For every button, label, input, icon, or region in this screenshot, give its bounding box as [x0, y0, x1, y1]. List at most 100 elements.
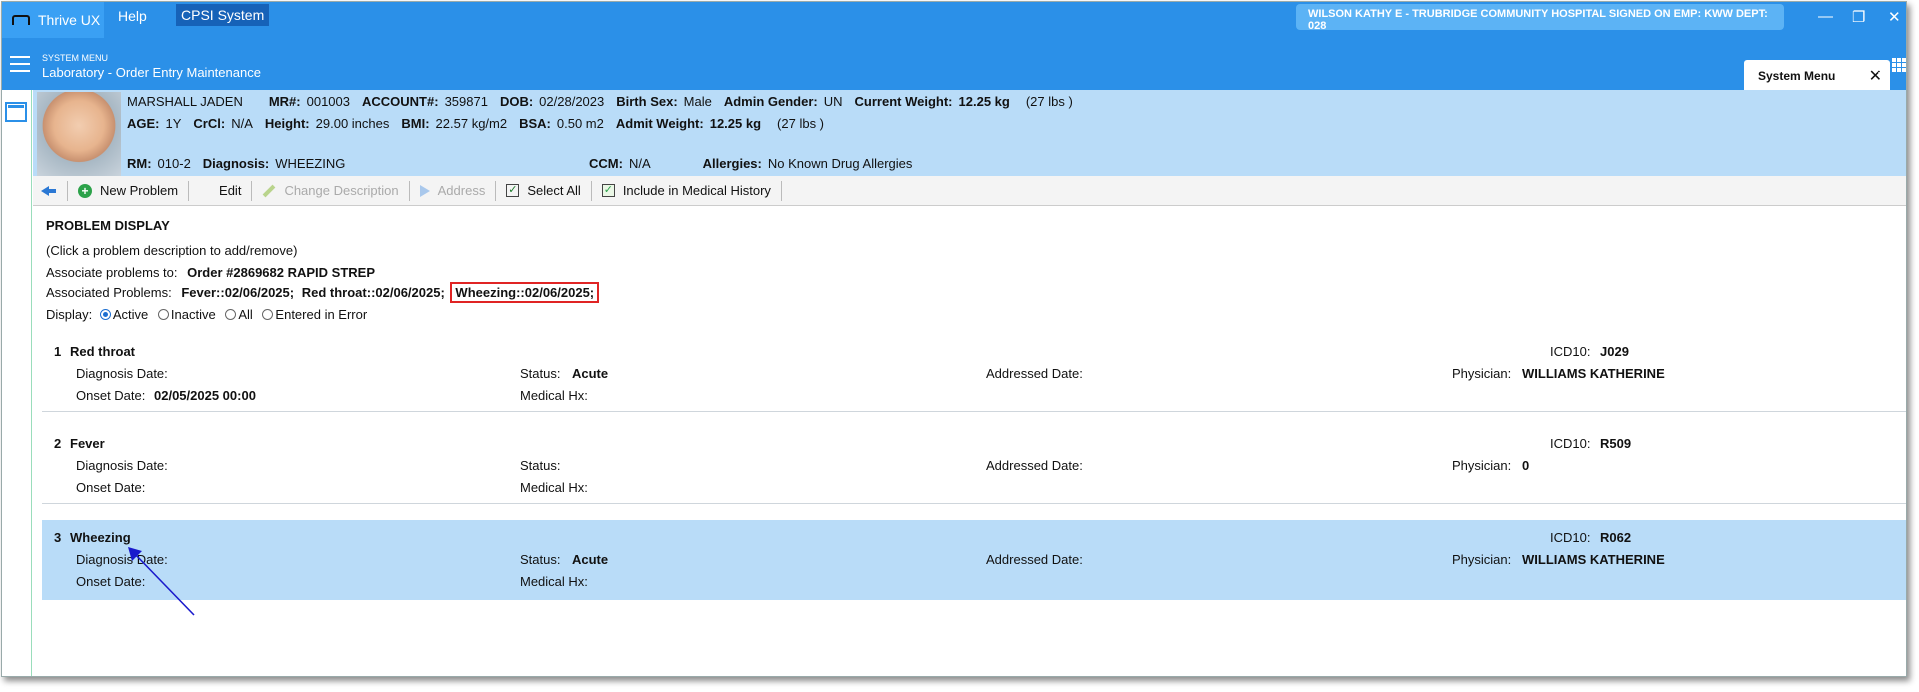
change-description-button[interactable]: Change Description — [252, 180, 410, 201]
radio-entered-in-error[interactable] — [262, 309, 274, 320]
birth-sex-label: Birth Sex: — [616, 94, 678, 109]
header-bar: SYSTEM MENU Laboratory - Order Entry Mai… — [2, 38, 1906, 90]
status-value: Acute — [572, 552, 609, 567]
bsa-value: 0.50 m2 — [556, 116, 604, 131]
select-all-label: Select All — [527, 183, 581, 198]
change-description-label: Change Description — [284, 183, 399, 198]
hamburger-menu-icon[interactable] — [10, 56, 30, 72]
include-medical-history-button[interactable]: ✓ Include in Medical History — [592, 180, 782, 201]
address-button[interactable]: Address — [410, 180, 497, 201]
dropdown-caret-icon[interactable]: ▼ — [1876, 70, 1886, 81]
associated-problem-item: Fever::02/06/2025; — [181, 285, 295, 300]
current-weight-label: Current Weight: — [854, 94, 953, 109]
radio-inactive[interactable] — [157, 309, 169, 320]
cpsi-system-tab[interactable]: CPSI System — [176, 4, 270, 26]
onset-date-label: Onset Date: — [76, 388, 146, 403]
add-icon: + — [78, 183, 92, 198]
age-value: 1Y — [165, 116, 182, 131]
radio-all-label[interactable]: All — [238, 307, 252, 322]
checkbox-icon: ✓ — [506, 184, 520, 197]
physician-label: Physician: — [1452, 366, 1512, 381]
back-arrow-icon — [41, 185, 57, 196]
physician-value: 0 — [1522, 458, 1530, 473]
radio-inactive-label[interactable]: Inactive — [171, 307, 216, 322]
crcl-value: N/A — [231, 116, 253, 131]
back-button[interactable] — [33, 180, 68, 201]
status-label: Status: — [520, 458, 561, 473]
icd10-label: ICD10: — [1550, 436, 1591, 451]
patient-line-1: MARSHALL JADEN MR#: 001003 ACCOUNT#: 35987… — [127, 94, 1085, 109]
ccm-value: N/A — [628, 156, 651, 171]
associated-problem-highlighted: Wheezing::02/06/2025; — [450, 282, 600, 303]
patient-name: MARSHALL JADEN — [127, 94, 243, 109]
left-rail — [2, 90, 32, 676]
physician-value: WILLIAMS KATHERINE — [1522, 552, 1665, 567]
problem-row[interactable]: 2 Fever Diagnosis Date: Onset Date: Stat… — [42, 432, 1906, 504]
problem-row[interactable]: 1 Red throat Diagnosis Date: Onset Date:… — [42, 340, 1906, 412]
associate-to-row: Associate problems to: Order #2869682 RA… — [46, 265, 375, 280]
dob-label: DOB: — [499, 94, 534, 109]
annotation-arrow-icon — [128, 547, 195, 616]
problem-name[interactable]: Fever — [70, 436, 105, 451]
problem-display-heading: PROBLEM DISPLAY — [46, 218, 170, 233]
status-value: Acute — [572, 366, 609, 381]
icd10-value: J029 — [1600, 344, 1629, 359]
physician-label: Physician: — [1452, 552, 1512, 567]
bmi-label: BMI: — [401, 116, 430, 131]
system-menu-tab[interactable]: System Menu ✕ — [1744, 60, 1890, 90]
rm-value: 010-2 — [157, 156, 191, 171]
select-all-button[interactable]: ✓ Select All — [496, 180, 592, 201]
apps-grid-icon[interactable] — [1892, 58, 1906, 72]
app-tab[interactable]: Thrive UX — [2, 2, 104, 38]
crcl-label: CrCl: — [193, 116, 226, 131]
pencil-icon — [263, 184, 276, 197]
thrive-logo-icon — [12, 15, 30, 25]
radio-active-label[interactable]: Active — [113, 307, 148, 322]
radio-all[interactable] — [225, 309, 237, 320]
associated-problem-item: Red throat::02/06/2025; — [301, 285, 445, 300]
close-window-icon[interactable]: ✕ — [1888, 8, 1901, 26]
problem-name[interactable]: Wheezing — [70, 530, 131, 545]
help-menu[interactable]: Help — [118, 8, 147, 24]
diagnosis-date-label: Diagnosis Date: — [76, 458, 168, 473]
ccm-label: CCM: — [589, 156, 623, 171]
rm-label: RM: — [127, 156, 152, 171]
restore-icon[interactable]: ❐ — [1852, 8, 1865, 26]
status-label: Status: — [520, 366, 561, 381]
new-problem-button[interactable]: + New Problem — [68, 180, 190, 201]
icd10-label: ICD10: — [1550, 344, 1591, 359]
medical-hx-label: Medical Hx: — [520, 480, 588, 495]
admit-weight-lbs: (27 lbs ) — [777, 116, 825, 131]
radio-active[interactable] — [99, 309, 111, 320]
medical-history-check-icon: ✓ — [601, 184, 615, 197]
physician-value: WILLIAMS KATHERINE — [1522, 366, 1665, 381]
edit-button[interactable]: Edit — [189, 180, 253, 201]
problem-name[interactable]: Red throat — [70, 344, 135, 359]
mr-value: 001003 — [306, 94, 350, 109]
physician-label: Physician: — [1452, 458, 1512, 473]
minimize-icon[interactable]: — — [1818, 8, 1833, 25]
onset-date-label: Onset Date: — [76, 480, 146, 495]
app-window: Thrive UX Help CPSI System WILSON KATHY … — [1, 1, 1907, 677]
problem-display-hint: (Click a problem description to add/remo… — [46, 243, 298, 258]
diagnosis-date-label: Diagnosis Date: — [76, 366, 168, 381]
patient-banner: MARSHALL JADEN MR#: 001003 ACCOUNT#: 35987… — [33, 90, 1906, 176]
admit-weight-value: 12.25 kg — [709, 116, 762, 131]
radio-entered-in-error-label[interactable]: Entered in Error — [275, 307, 367, 322]
system-menu-label[interactable]: SYSTEM MENU — [42, 53, 108, 63]
window-view-icon[interactable] — [5, 102, 27, 122]
medical-hx-label: Medical Hx: — [520, 388, 588, 403]
play-icon — [419, 184, 430, 197]
account-label: ACCOUNT#: — [362, 94, 439, 109]
admin-gender-value: UN — [823, 94, 843, 109]
patient-line-3: RM: 010-2 Diagnosis: WHEEZING — [127, 156, 345, 171]
bsa-label: BSA: — [519, 116, 551, 131]
include-medical-history-label: Include in Medical History — [622, 183, 771, 198]
bmi-value: 22.57 kg/m2 — [435, 116, 508, 131]
onset-date-value: 02/05/2025 00:00 — [154, 388, 256, 403]
problem-row-selected[interactable]: 3 Wheezing Diagnosis Date: Onset Date: S… — [42, 520, 1906, 600]
problem-number: 3 — [54, 530, 62, 545]
medical-hx-label: Medical Hx: — [520, 574, 588, 589]
problem-number: 2 — [54, 436, 62, 451]
new-problem-label: New Problem — [100, 183, 179, 198]
